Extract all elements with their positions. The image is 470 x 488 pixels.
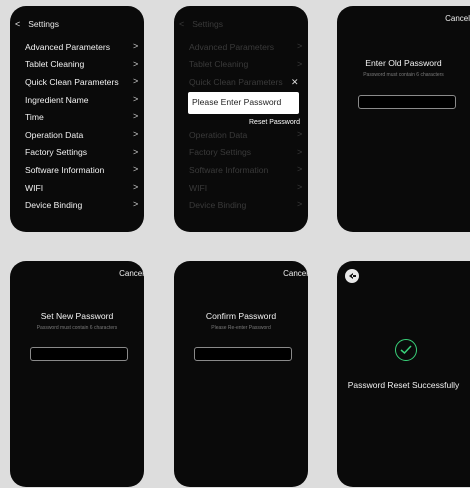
settings-header: < Settings bbox=[15, 19, 59, 29]
menu-item-device-binding[interactable]: Device Binding > bbox=[25, 196, 144, 214]
menu-item-advanced-parameters[interactable]: Advanced Parameters > bbox=[25, 38, 144, 56]
menu-item-tablet-cleaning[interactable]: Tablet Cleaning > bbox=[25, 56, 144, 74]
back-arrow-icon[interactable] bbox=[345, 269, 359, 283]
menu-item-wifi: WIFI > bbox=[189, 179, 308, 197]
chevron-right-icon: > bbox=[133, 128, 139, 139]
password-prompt-screen: < Settings Advanced Parameters > Tablet C… bbox=[174, 6, 308, 232]
chevron-right-icon: > bbox=[133, 93, 139, 104]
chevron-right-icon: > bbox=[297, 146, 303, 157]
chevron-right-icon: > bbox=[297, 199, 303, 210]
chevron-right-icon: > bbox=[133, 181, 139, 192]
settings-screen: < Settings Advanced Parameters > Tablet C… bbox=[10, 6, 144, 232]
chevron-right-icon: > bbox=[133, 146, 139, 157]
settings-menu: Advanced Parameters > Tablet Cleaning > Qu… bbox=[25, 38, 144, 214]
chevron-right-icon: > bbox=[133, 111, 139, 122]
password-placeholder: Please Enter Password bbox=[192, 97, 282, 107]
chevron-right-icon: > bbox=[297, 41, 303, 51]
menu-item-device-binding: Device Binding > bbox=[189, 196, 308, 214]
confirm-password-field[interactable] bbox=[194, 347, 292, 361]
back-chevron-icon[interactable]: < bbox=[15, 19, 20, 29]
success-message: Password Reset Successfully bbox=[347, 380, 460, 390]
cancel-button[interactable]: Cancel bbox=[283, 269, 308, 278]
chevron-right-icon: > bbox=[133, 199, 139, 210]
menu-item-factory-settings[interactable]: Factory Settings > bbox=[25, 144, 144, 162]
chevron-right-icon: > bbox=[297, 58, 303, 69]
chevron-right-icon: > bbox=[133, 41, 139, 51]
menu-item-software-information[interactable]: Software Information > bbox=[25, 161, 144, 179]
page-title: Set New Password bbox=[40, 311, 114, 321]
chevron-right-icon: > bbox=[133, 58, 139, 69]
cancel-button[interactable]: Cancel bbox=[445, 14, 470, 23]
password-hint: Password must contain 6 characters bbox=[363, 72, 444, 78]
password-hint: Password must contain 6 characters bbox=[36, 325, 118, 331]
settings-title: Settings bbox=[192, 19, 223, 29]
menu-item-operation-data[interactable]: Operation Data > bbox=[25, 126, 144, 144]
page-title: Enter Old Password bbox=[365, 58, 442, 68]
menu-item-advanced-parameters: Advanced Parameters > bbox=[189, 38, 308, 56]
chevron-right-icon: > bbox=[297, 164, 303, 175]
menu-item-quick-clean[interactable]: Quick Clean Parameters > bbox=[25, 73, 144, 91]
chevron-right-icon: > bbox=[297, 128, 303, 139]
settings-header: < Settings bbox=[179, 19, 223, 29]
chevron-right-icon: > bbox=[133, 76, 139, 87]
menu-item-time[interactable]: Time > bbox=[25, 108, 144, 126]
cancel-button[interactable]: Cancel bbox=[119, 269, 144, 278]
new-password-field[interactable] bbox=[30, 347, 128, 361]
chevron-right-icon: > bbox=[133, 164, 139, 175]
menu-item-tablet-cleaning: Tablet Cleaning > bbox=[189, 56, 308, 74]
password-hint: Please Re-enter Password bbox=[211, 325, 271, 331]
settings-title: Settings bbox=[28, 19, 59, 29]
menu-item-wifi[interactable]: WIFI > bbox=[25, 179, 144, 197]
old-password-field[interactable] bbox=[358, 95, 456, 109]
confirm-password-screen: Cancel Confirm Password Please Re-enter … bbox=[174, 261, 308, 487]
password-input[interactable]: Please Enter Password bbox=[188, 92, 299, 114]
new-password-screen: Cancel Set New Password Password must co… bbox=[10, 261, 144, 487]
old-password-screen: Cancel Enter Old Password Password must … bbox=[337, 6, 470, 232]
check-circle-icon bbox=[395, 339, 417, 361]
back-chevron-icon: < bbox=[179, 19, 185, 29]
page-title: Confirm Password bbox=[205, 311, 277, 321]
success-screen: Password Reset Successfully bbox=[337, 261, 470, 487]
reset-password-link[interactable]: Reset Password bbox=[249, 119, 300, 126]
menu-item-operation-data: Operation Data > bbox=[189, 126, 308, 144]
close-icon[interactable]: ✕ bbox=[291, 77, 299, 88]
menu-item-factory-settings: Factory Settings > bbox=[189, 144, 308, 162]
menu-item-software-information: Software Information > bbox=[189, 161, 308, 179]
menu-item-ingredient-name[interactable]: Ingredient Name > bbox=[25, 91, 144, 109]
chevron-right-icon: > bbox=[297, 181, 303, 192]
